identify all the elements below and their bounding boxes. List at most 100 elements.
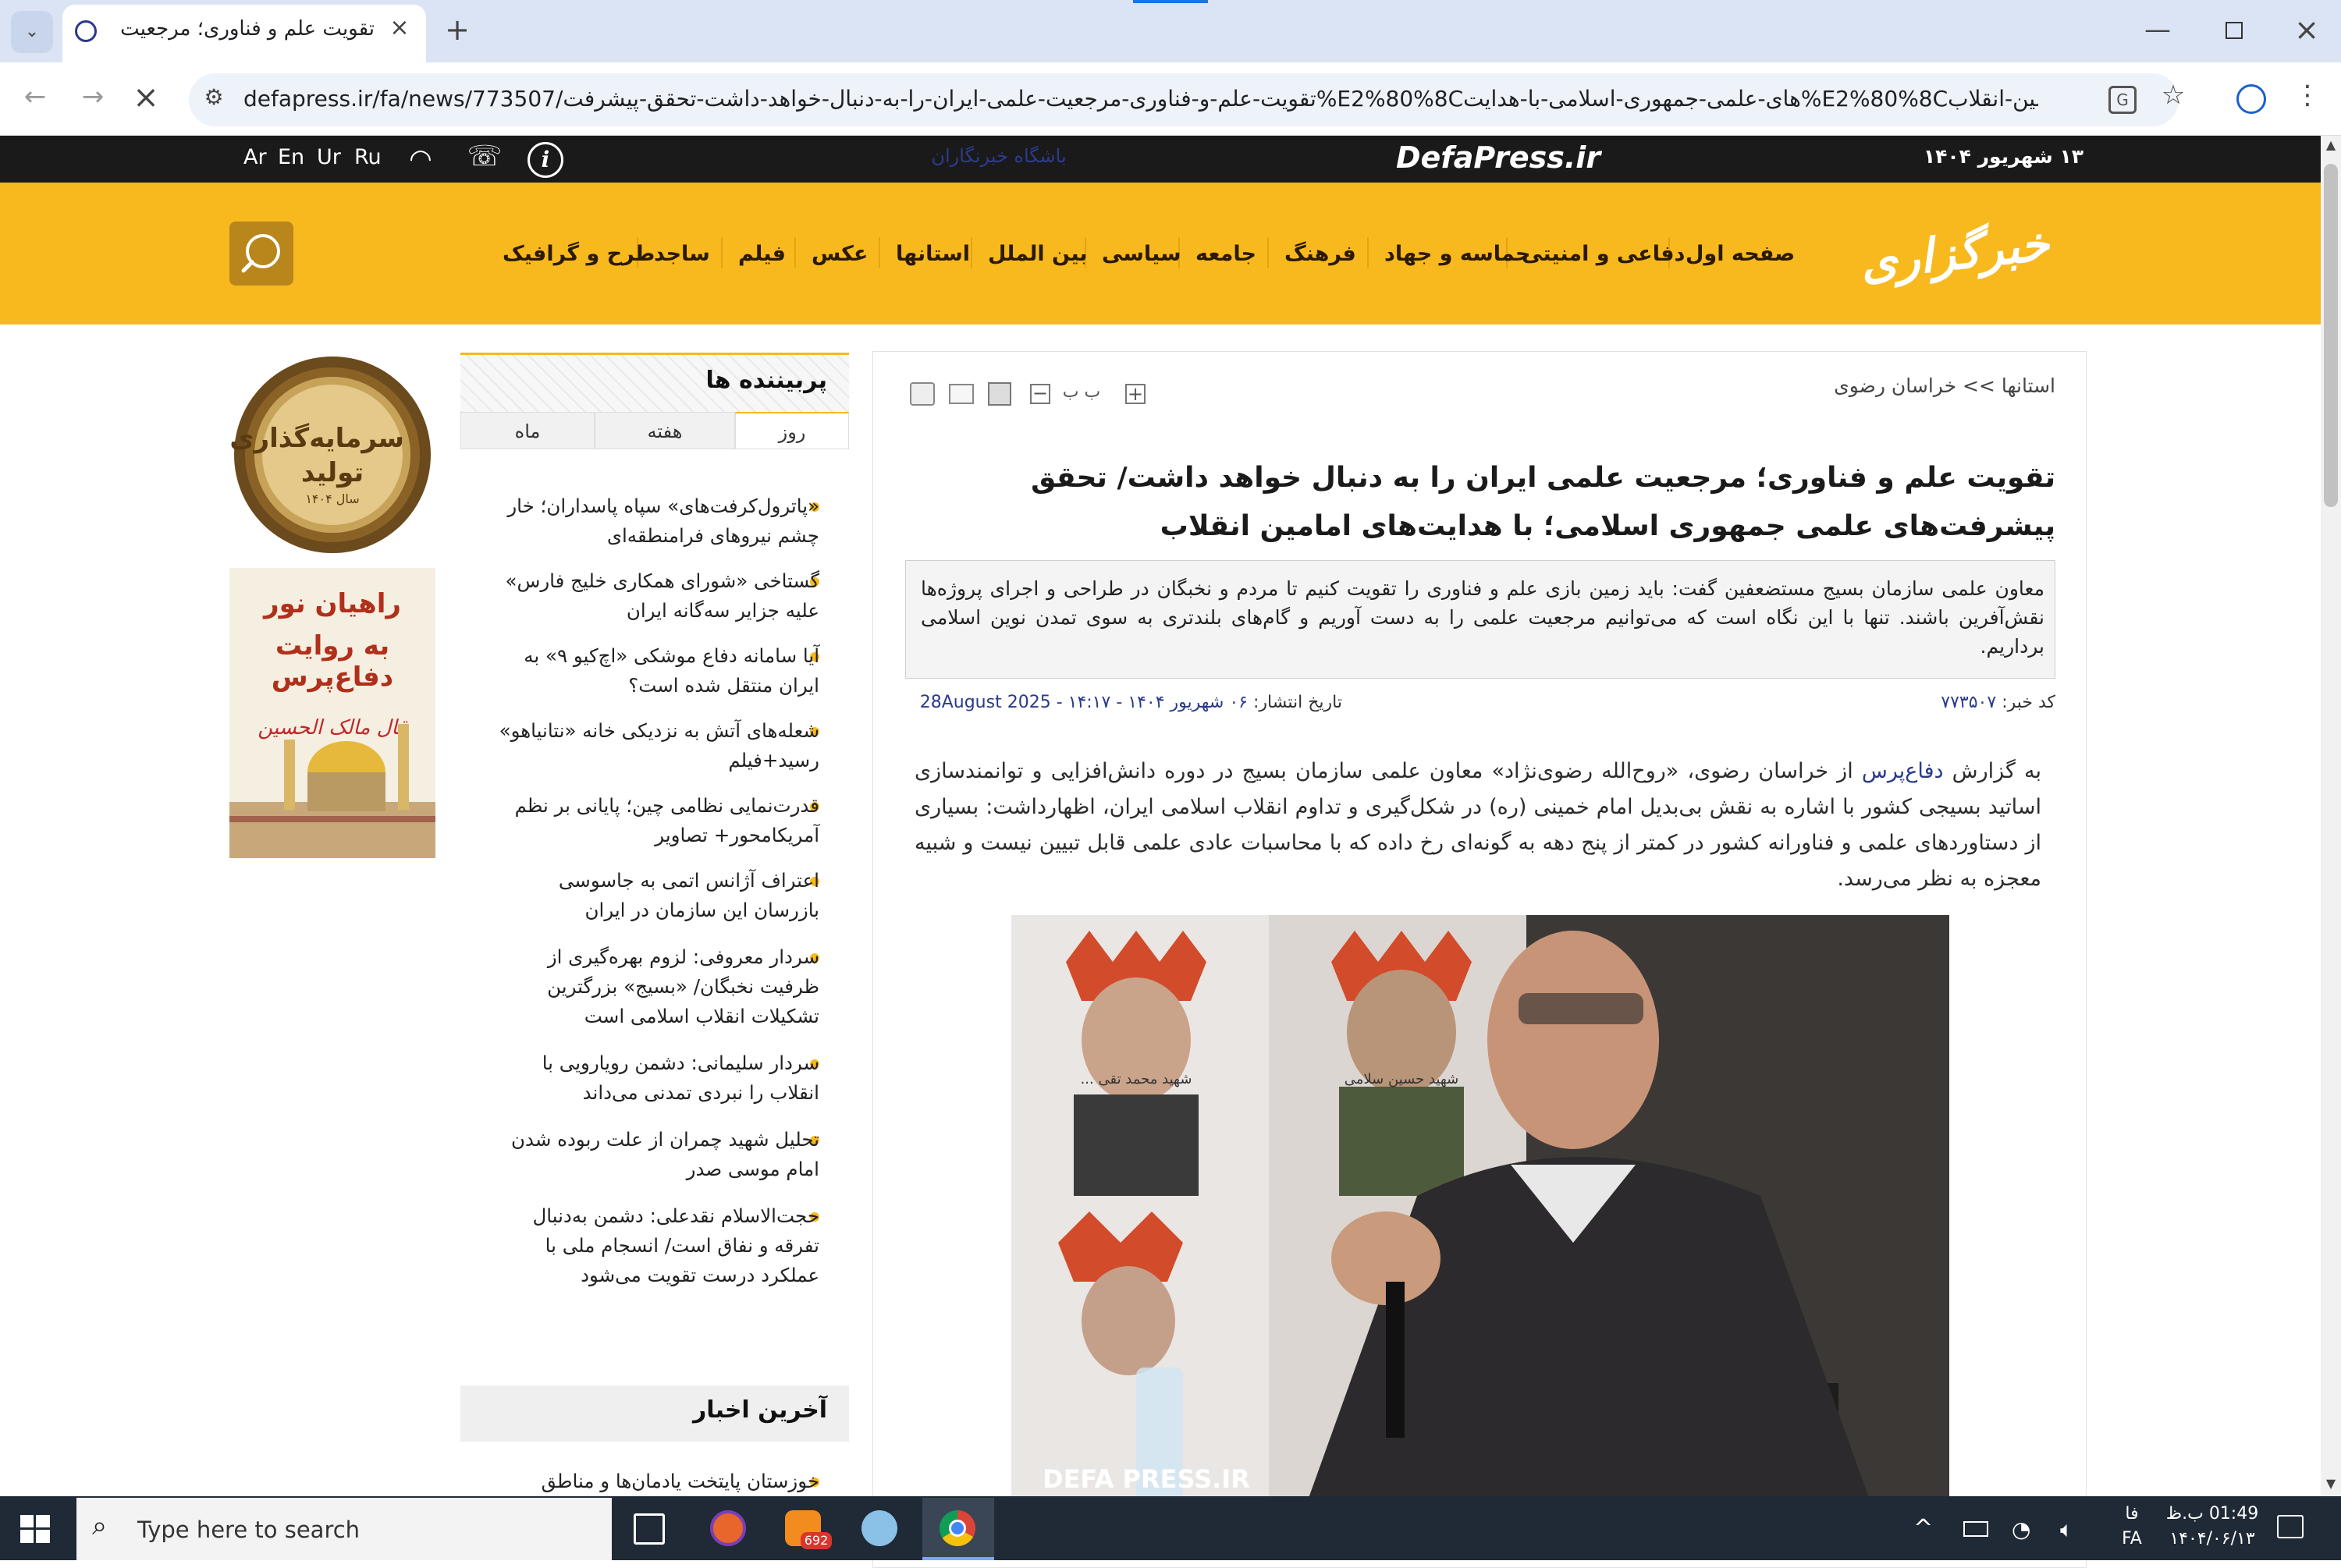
nav-divider <box>879 237 880 268</box>
forward-icon[interactable]: → <box>73 81 112 120</box>
nav-home[interactable]: صفحه اول <box>1686 242 1795 266</box>
print-icon[interactable] <box>910 382 935 406</box>
nav-divider <box>1267 237 1269 268</box>
publish-date: تاریخ انتشار: ۰۶ شهریور ۱۴۰۴ - ۱۴:۱۷ - 2… <box>905 693 1342 712</box>
translate-icon[interactable]: G <box>2108 86 2137 114</box>
popular-item[interactable]: گستاخی «شورای همکاری خلیج فارس» علیه جزا… <box>492 566 819 626</box>
club-link[interactable]: باشگاه خبرنگاران <box>897 145 1100 167</box>
close-window-icon[interactable]: × <box>2291 12 2322 47</box>
chrome-icon[interactable] <box>940 1510 975 1546</box>
popular-item[interactable]: تحلیل شهید چمران از علت ربوده شدن امام م… <box>492 1125 819 1184</box>
tab-day[interactable]: روز <box>735 412 849 449</box>
nav-epic[interactable]: حماسه و جهاد <box>1384 242 1530 266</box>
clock-date[interactable]: ۱۴۰۴/۰۶/۱۳ <box>2154 1529 2271 1548</box>
language-en[interactable]: En <box>278 145 309 169</box>
nav-politics[interactable]: سیاسی <box>1102 242 1181 266</box>
breadcrumb-root[interactable]: استانها <box>2002 374 2055 397</box>
popular-item[interactable]: قدرت‌نمایی نظامی چین؛ پایانی بر نظم آمری… <box>492 791 819 850</box>
minimize-icon[interactable]: — <box>2138 14 2177 45</box>
increase-font-icon[interactable]: + <box>1125 384 1146 404</box>
popular-item[interactable]: سردار سلیمانی: دشمن رویارویی با انقلاب ر… <box>492 1048 819 1108</box>
nav-culture[interactable]: فرهنگ <box>1284 242 1356 266</box>
site-info-icon[interactable]: ⚙ <box>198 84 229 115</box>
task-view-icon[interactable] <box>634 1513 665 1545</box>
popular-item[interactable]: حجت‌الاسلام نقدعلی: دشمن به‌دنبال تفرقه … <box>492 1201 819 1290</box>
current-date: ۱۳ شهریور ۱۴۰۴ <box>1923 145 2083 168</box>
restore-icon[interactable] <box>2226 22 2243 39</box>
close-tab-icon[interactable]: × <box>385 14 414 45</box>
firefox-icon[interactable] <box>710 1510 746 1546</box>
language-indicator-top[interactable]: فا <box>2116 1504 2147 1524</box>
taskbar-search-icon: ⌕ <box>92 1510 108 1541</box>
bookmark-star-icon[interactable]: ☆ <box>2154 80 2193 119</box>
nav-society[interactable]: جامعه <box>1195 242 1256 266</box>
tab-search-dropdown-icon[interactable]: ⌄ <box>11 11 53 53</box>
ad1-subtext: سال ۱۴۰۴ <box>305 491 360 506</box>
nav-provinces[interactable]: استانها <box>896 242 970 266</box>
battery-icon[interactable] <box>1963 1521 1988 1537</box>
save-icon[interactable] <box>988 382 1011 406</box>
breadcrumb-leaf[interactable]: خراسان رضوی <box>1834 374 1956 397</box>
search-icon <box>241 234 280 273</box>
language-indicator-bottom[interactable]: FA <box>2116 1529 2147 1548</box>
nav-photo[interactable]: عکس <box>812 242 868 266</box>
rss-icon[interactable]: ◠ <box>404 144 437 176</box>
stop-loading-icon[interactable]: × <box>126 80 165 119</box>
rahian-noor-ad[interactable]: راهیان نور به روایت دفاع‌پرس قال مالک ال… <box>229 568 435 858</box>
chrome-icon-center <box>949 1520 966 1537</box>
tab-month[interactable]: ماه <box>460 412 595 449</box>
latest-item[interactable]: خوزستان پایتخت یادمان‌ها و مناطق <box>492 1467 819 1496</box>
source-link[interactable]: دفاع‌پرس <box>1862 759 1944 783</box>
info-icon[interactable]: i <box>528 142 563 178</box>
popular-item[interactable]: شعله‌های آتش به نزدیکی خانه «نتانیاهو» ر… <box>492 716 819 775</box>
scroll-thumb[interactable] <box>2324 164 2338 507</box>
phone-icon[interactable]: ☏ <box>467 140 503 176</box>
nav-divider <box>1367 237 1369 268</box>
new-tab-icon[interactable]: + <box>442 12 473 47</box>
breadcrumb-separator: >> <box>1962 374 1995 397</box>
article-tools: − ب ب + <box>910 382 1160 413</box>
popular-item[interactable]: سردار معروفی: لزوم بهره‌گیری از ظرفیت نخ… <box>492 942 819 1031</box>
windows-start-icon[interactable] <box>20 1515 50 1543</box>
news-code-label: کد خبر: <box>2002 693 2055 712</box>
profile-icon[interactable] <box>2236 84 2266 114</box>
menu-kebab-icon[interactable]: ⋮ <box>2294 80 2321 119</box>
clock-time[interactable]: 01:49 ب.ظ <box>2154 1504 2271 1524</box>
scroll-up-icon[interactable]: ▲ <box>2322 137 2339 154</box>
paint-app-icon[interactable] <box>861 1510 897 1546</box>
popular-item[interactable]: «پاترول‌کرفت‌های» سپاه پاسداران؛ خار چشم… <box>492 491 819 551</box>
scroll-down-icon[interactable]: ▼ <box>2322 1476 2339 1493</box>
wifi-icon[interactable]: ◔ <box>2012 1517 2037 1542</box>
font-size-icon: ب ب <box>1062 382 1101 402</box>
nav-graphics[interactable]: طرح و گرافیک <box>503 242 655 266</box>
news-code-value: ۷۷۳۵۰۷ <box>1941 693 1997 712</box>
site-favicon-icon <box>75 20 97 42</box>
language-ru[interactable]: Ru <box>354 145 385 169</box>
popular-item[interactable]: اعتراف آژانس اتمی به جاسوسی بازرسان این … <box>492 866 819 925</box>
language-ur[interactable]: Ur <box>317 145 346 169</box>
publish-date-value: ۰۶ شهریور ۱۴۰۴ - ۱۴:۱۷ - 28August 2025 <box>919 693 1248 712</box>
article-photo[interactable]: شهید محمد تقی ... شهید حسین سلامی DEFA P… <box>1011 915 1949 1500</box>
tab-week[interactable]: هفته <box>595 412 735 449</box>
tab-title: تقویت علم و فناوری؛ مرجعیت علمی <box>117 17 375 41</box>
decrease-font-icon[interactable]: − <box>1030 384 1050 404</box>
popular-item[interactable]: آیا سامانه دفاع موشکی «اچ‌کیو ۹» به ایرا… <box>492 641 819 701</box>
nav-film[interactable]: فیلم <box>738 242 786 266</box>
email-icon[interactable] <box>949 384 974 404</box>
show-hidden-icons-icon[interactable]: ^ <box>1913 1515 1937 1542</box>
notification-center-icon[interactable] <box>2277 1515 2304 1538</box>
production-investment-ad[interactable]: سرمایه‌گذاری تولید سال ۱۴۰۴ <box>229 351 435 559</box>
back-icon[interactable]: ← <box>16 81 55 120</box>
body-prefix: به گزارش <box>1952 759 2041 783</box>
url-text[interactable]: defapress.ir/fa/news/773507/تقویت-علم-و-… <box>243 86 2038 112</box>
search-button[interactable] <box>229 222 293 286</box>
volume-icon[interactable]: 🔈︎ <box>2060 1517 2085 1542</box>
nav-sajed[interactable]: ساجد <box>654 242 710 266</box>
brand-text[interactable]: DefaPress.ir <box>1381 140 1615 175</box>
news-code: کد خبر: ۷۷۳۵۰۷ <box>1795 693 2055 712</box>
nav-defense[interactable]: دفاعی و امنیتی <box>1522 242 1685 266</box>
language-ar[interactable]: Ar <box>243 145 272 169</box>
article-body: به گزارش دفاع‌پرس از خراسان رضوی، «روح‌ا… <box>915 754 2041 897</box>
nav-international[interactable]: بین الملل <box>988 242 1087 266</box>
lead-text: معاون علمی سازمان بسیج مستضعفین گفت: بای… <box>921 577 2044 658</box>
